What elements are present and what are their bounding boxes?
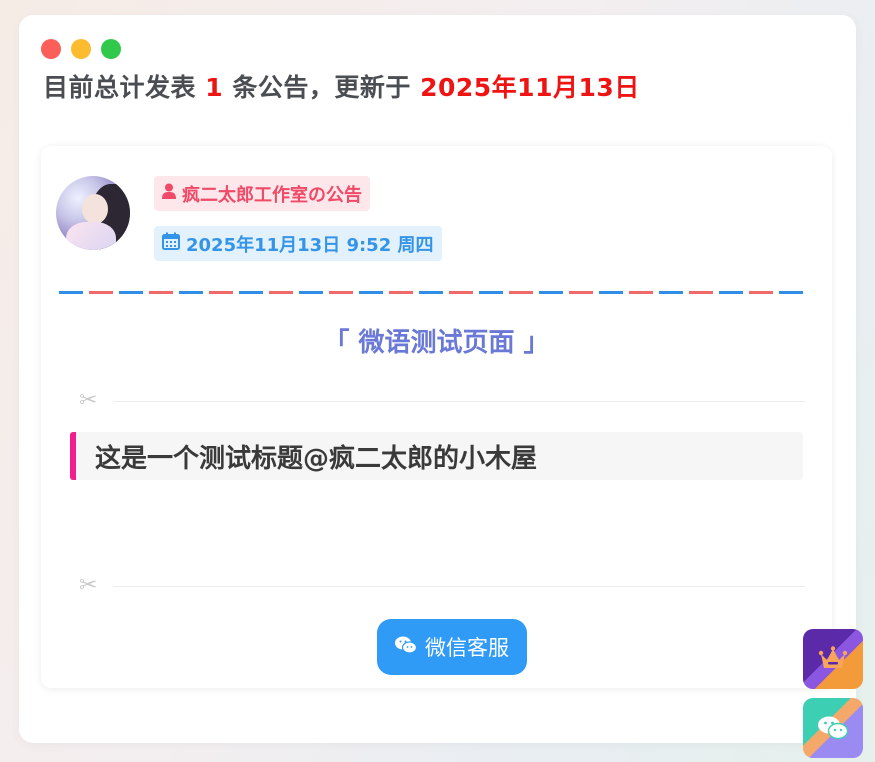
announcement-count: 1 xyxy=(205,73,224,102)
wechat-icon xyxy=(395,635,418,659)
post-title: 「 微语测试页面 」 xyxy=(323,328,550,358)
post-heading: 这是一个测试标题@疯二太郎的小木屋 xyxy=(70,432,803,480)
vip-float-button[interactable] xyxy=(803,629,863,689)
announcement-window: 目前总计发表 1 条公告，更新于 2025年11月13日 疯二太郎工作室の公告 xyxy=(19,15,856,743)
crown-icon xyxy=(803,629,863,689)
post-datetime: 2025年11月13日 9:52 周四 xyxy=(186,234,434,256)
user-icon xyxy=(162,183,176,204)
calendar-icon xyxy=(162,232,180,255)
author-badge: 疯二太郎工作室の公告 xyxy=(154,176,370,211)
cut-divider-bottom: ✂ xyxy=(79,575,805,597)
maximize-dot[interactable] xyxy=(101,39,121,59)
wechat-float-button[interactable] xyxy=(803,698,863,758)
wechat-icon xyxy=(803,698,863,758)
minimize-dot[interactable] xyxy=(71,39,91,59)
close-dot[interactable] xyxy=(41,39,61,59)
announcement-summary: 目前总计发表 1 条公告，更新于 2025年11月13日 xyxy=(43,68,640,104)
announcement-card: 疯二太郎工作室の公告 2025年11月13日 9:52 周四 「 微语测试页面 … xyxy=(41,146,832,688)
scissors-icon: ✂ xyxy=(79,573,98,598)
cut-divider-top: ✂ xyxy=(79,390,805,412)
summary-middle: 条公告，更新于 xyxy=(232,73,411,102)
update-date: 2025年11月13日 xyxy=(420,73,640,102)
wechat-service-button[interactable]: 微信客服 xyxy=(377,619,527,675)
date-badge: 2025年11月13日 9:52 周四 xyxy=(154,226,442,261)
wechat-service-label: 微信客服 xyxy=(425,636,509,660)
airmail-divider xyxy=(59,291,807,294)
window-controls xyxy=(41,39,121,59)
scissors-icon: ✂ xyxy=(79,388,98,413)
post-heading-text: 这是一个测试标题@疯二太郎的小木屋 xyxy=(95,443,538,474)
summary-prefix: 目前总计发表 xyxy=(43,73,197,102)
avatar xyxy=(56,176,130,250)
author-name: 疯二太郎工作室の公告 xyxy=(182,184,362,206)
